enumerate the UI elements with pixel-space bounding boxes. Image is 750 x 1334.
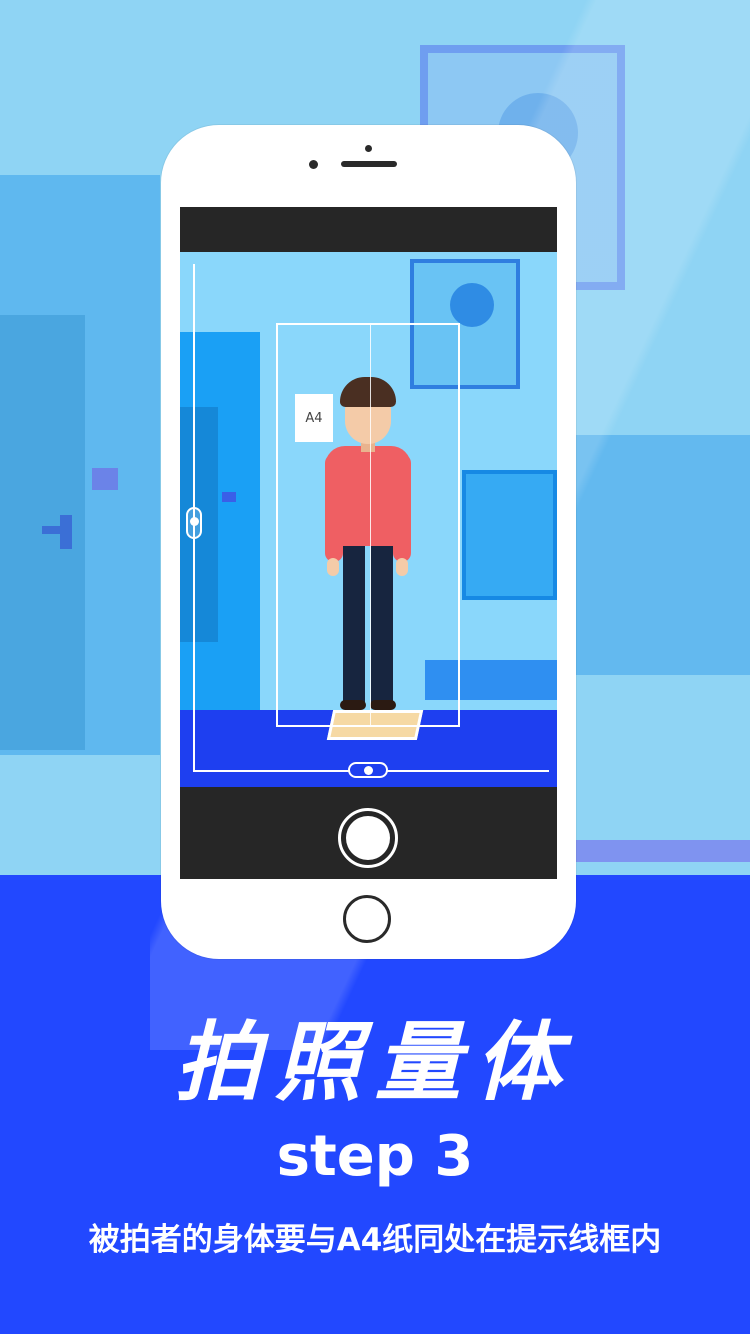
camera-screen: A4 bbox=[180, 207, 557, 879]
phone-mockup: A4 bbox=[161, 125, 576, 959]
viewfinder-switch bbox=[222, 492, 236, 502]
sensor-dot bbox=[365, 145, 372, 152]
camera-viewfinder: A4 bbox=[180, 252, 557, 787]
room-right-wall bbox=[575, 435, 750, 675]
body-guide-frame bbox=[276, 323, 460, 727]
guide-center-line bbox=[370, 325, 371, 725]
speaker-icon bbox=[341, 161, 397, 167]
home-button-icon[interactable] bbox=[343, 895, 391, 943]
page-title: 拍照量体 bbox=[175, 1013, 575, 1113]
viewfinder-window bbox=[462, 470, 557, 600]
step-label: step 3 bbox=[276, 1124, 474, 1189]
front-camera-icon bbox=[309, 160, 318, 169]
vertical-slider-icon[interactable] bbox=[186, 507, 202, 539]
light-switch bbox=[92, 468, 118, 490]
room-band bbox=[575, 840, 750, 862]
door-handle-base bbox=[60, 515, 72, 549]
shutter-button-icon[interactable] bbox=[338, 808, 398, 868]
instruction-text: 被拍者的身体要与A4纸同处在提示线框内 bbox=[88, 1222, 662, 1258]
horizontal-slider-icon[interactable] bbox=[348, 762, 388, 778]
